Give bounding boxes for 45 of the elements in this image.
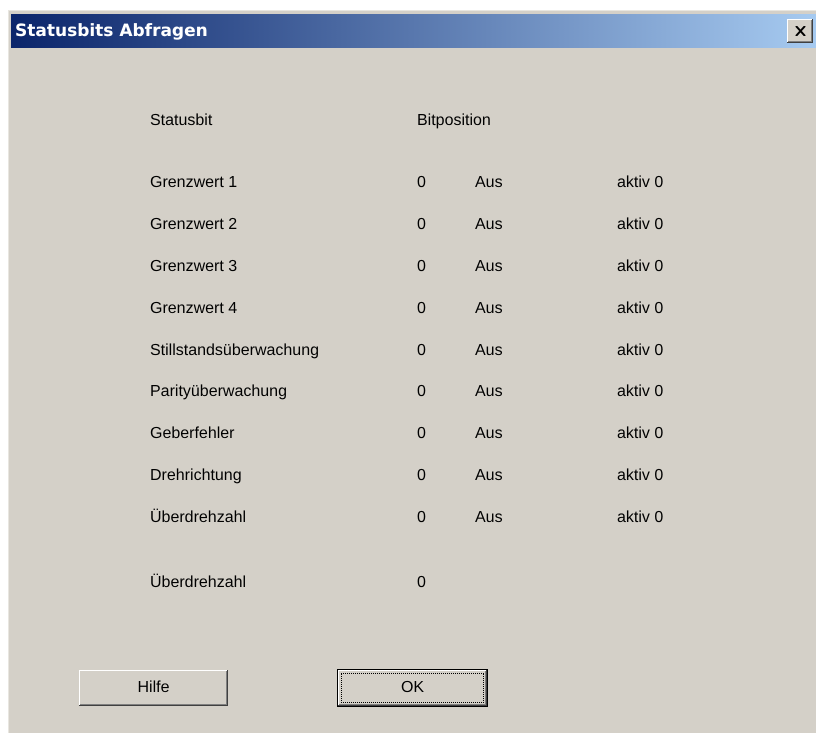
active-value: aktiv 0: [617, 174, 664, 192]
active-value: aktiv 0: [617, 425, 664, 444]
bit-value: 0: [417, 508, 427, 527]
active-value: aktiv 0: [617, 508, 664, 527]
active-value: aktiv 0: [617, 216, 664, 234]
state-value: Aus: [475, 300, 504, 318]
state-value: Aus: [475, 342, 504, 360]
bit-value: 0: [417, 383, 427, 402]
status-label: Drehrichtung: [150, 467, 243, 486]
active-value: aktiv 0: [617, 258, 664, 276]
state-value: Aus: [475, 467, 504, 486]
state-value: Aus: [475, 383, 504, 402]
state-value: Aus: [475, 425, 504, 444]
state-value: Aus: [475, 508, 504, 527]
summary-label: Überdrehzahl: [150, 574, 248, 592]
state-value: Aus: [475, 174, 504, 192]
active-value: aktiv 0: [617, 467, 664, 486]
column-header: Statusbit: [150, 112, 214, 130]
close-button[interactable]: [787, 19, 813, 43]
status-label: Stillstandsüberwachung: [150, 342, 320, 360]
help-button[interactable]: Hilfe: [79, 670, 228, 706]
ok-button[interactable]: OK: [338, 670, 487, 706]
bit-value: 0: [417, 425, 427, 444]
status-label: Grenzwert 4: [150, 300, 238, 318]
status-label: Geberfehler: [150, 425, 236, 444]
bit-value: 0: [417, 216, 427, 234]
status-label: Grenzwert 3: [150, 258, 238, 276]
close-icon: [794, 26, 806, 36]
bit-value: 0: [417, 258, 427, 276]
status-label: Grenzwert 1: [150, 174, 238, 192]
summary-value: 0: [417, 574, 427, 592]
bit-value: 0: [417, 174, 427, 192]
bit-value: 0: [417, 300, 427, 318]
state-value: Aus: [475, 258, 504, 276]
bit-value: 0: [417, 467, 427, 486]
state-value: Aus: [475, 216, 504, 234]
status-label: Grenzwert 2: [150, 216, 238, 234]
active-value: aktiv 0: [617, 342, 664, 360]
active-value: aktiv 0: [617, 300, 664, 318]
window-title: Statusbits Abfragen: [15, 21, 208, 41]
bit-value: 0: [417, 342, 427, 360]
column-header: Bitposition: [417, 112, 492, 130]
status-label: Überdrehzahl: [150, 508, 248, 527]
status-label: Parityüberwachung: [150, 383, 288, 402]
active-value: aktiv 0: [617, 383, 664, 402]
